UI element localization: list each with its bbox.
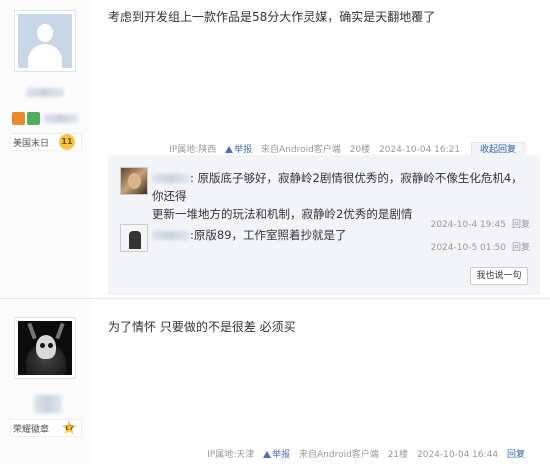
- post-floor-20: 美国末日 11 考虑到开发组上一款作品是58分大作灵媒，确实是天翻地覆了 IP属…: [0, 0, 550, 300]
- post-time: 2024-10-04 16:21: [379, 145, 461, 155]
- report-icon: [263, 451, 272, 458]
- report-link[interactable]: 举报: [225, 145, 252, 155]
- level-number: 11: [59, 134, 75, 150]
- level-name: 美国末日: [13, 139, 50, 149]
- divider: [0, 298, 550, 299]
- source-client: 来自Android客户端: [299, 450, 379, 460]
- author-panel: 美国末日 11: [0, 0, 92, 300]
- ip-location: IP属地:天津: [207, 450, 255, 460]
- avatar[interactable]: [120, 224, 148, 252]
- reply-button[interactable]: 回复: [512, 243, 530, 253]
- post-time: 2024-10-04 16:44: [417, 450, 499, 460]
- level-name: 荣耀徽章: [13, 425, 50, 435]
- username-blurred[interactable]: [26, 88, 64, 97]
- badge-icon[interactable]: [27, 112, 40, 125]
- badge-blurred: [44, 114, 78, 123]
- default-avatar-icon: [18, 14, 72, 68]
- reply-content: : 原版底子够好，寂静岭2剧情很优秀的，寂静岭不像生化危机4，你还得 更新一堆地方…: [152, 171, 523, 221]
- report-link[interactable]: 举报: [263, 450, 290, 460]
- avatar[interactable]: [14, 317, 76, 379]
- source-client: 来自Android客户端: [261, 145, 341, 155]
- username-blurred[interactable]: [34, 395, 62, 413]
- level-badge[interactable]: 荣耀徽章 17: [10, 419, 82, 437]
- reply-button[interactable]: 回复: [507, 450, 525, 460]
- post-content: 为了情怀 只要做的不是很差 必须买: [108, 320, 296, 334]
- ip-location: IP属地:陕西: [169, 145, 217, 155]
- reply-meta: 2024-10-5 01:50 回复: [431, 240, 530, 253]
- author-panel: 荣耀徽章 17: [0, 300, 92, 464]
- report-icon: [225, 146, 234, 153]
- username-blurred[interactable]: [152, 174, 190, 183]
- add-reply-button[interactable]: 我也说一句: [470, 267, 528, 285]
- reply-list: : 原版底子够好，寂静岭2剧情很优秀的，寂静岭不像生化危机4，你还得 更新一堆地方…: [108, 155, 540, 295]
- level-number: 17: [61, 420, 77, 435]
- avatar[interactable]: [14, 10, 76, 72]
- post-content: 考虑到开发组上一款作品是58分大作灵媒，确实是天翻地覆了: [108, 10, 436, 24]
- user-badges: [12, 111, 78, 125]
- username-blurred[interactable]: [152, 231, 190, 240]
- badge-icon[interactable]: [12, 112, 25, 125]
- post-meta: IP属地:陕西 举报 来自Android客户端 20楼 2024-10-04 1…: [163, 142, 525, 158]
- level-badge[interactable]: 美国末日 11: [10, 133, 82, 151]
- reply-time: 2024-10-5 01:50: [430, 243, 506, 253]
- post-meta: IP属地:天津 举报 来自Android客户端 21楼 2024-10-04 1…: [201, 447, 525, 460]
- floor-number: 20楼: [349, 145, 371, 155]
- post-floor-21: 荣耀徽章 17 为了情怀 只要做的不是很差 必须买 IP属地:天津 举报 来自A…: [0, 300, 550, 464]
- floor-number: 21楼: [387, 450, 409, 460]
- skull-avatar-icon: [18, 321, 72, 375]
- avatar[interactable]: [120, 167, 148, 195]
